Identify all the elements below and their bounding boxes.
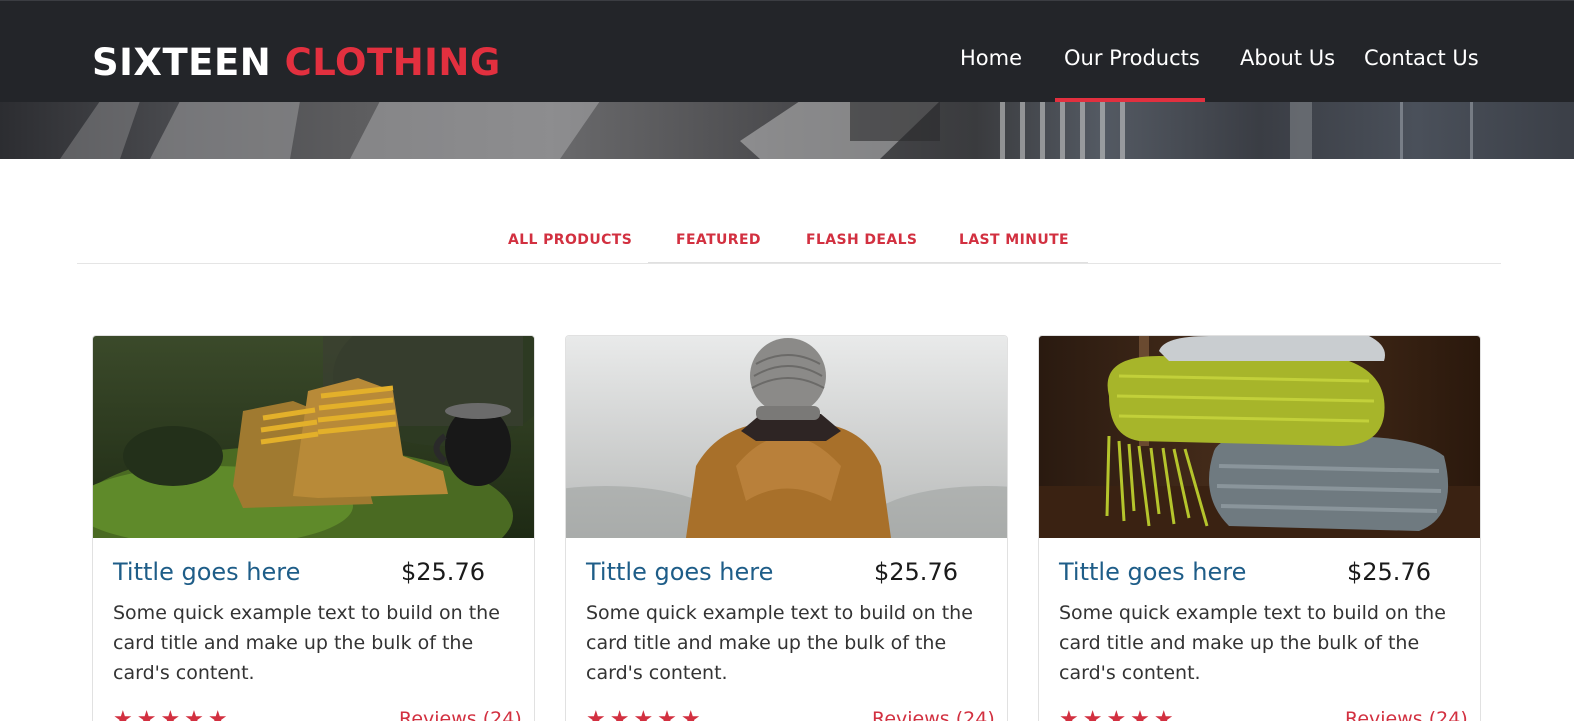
product-title[interactable]: Tittle goes here (113, 558, 300, 586)
reviews-link[interactable]: Reviews (24) (399, 708, 522, 721)
filter-flash-deals[interactable]: FLASH DEALS (806, 232, 917, 248)
rating-stars: ★★★★★ (1059, 707, 1178, 721)
reviews-link[interactable]: Reviews (24) (1345, 708, 1468, 721)
hero-banner-graphic (60, 101, 1473, 159)
rating-stars: ★★★★★ (586, 707, 705, 721)
product-card[interactable]: Tittle goes here $25.76 Some quick examp… (565, 335, 1008, 721)
nav-home[interactable]: Home (960, 43, 1022, 73)
filter-last-minute[interactable]: LAST MINUTE (959, 232, 1069, 248)
product-title[interactable]: Tittle goes here (1059, 558, 1246, 586)
product-image-boots[interactable] (93, 336, 534, 538)
product-description: Some quick example text to build on the … (586, 602, 973, 684)
boots-image (93, 336, 534, 538)
nav-about-us[interactable]: About Us (1240, 43, 1335, 73)
reviews-link[interactable]: Reviews (24) (872, 708, 995, 721)
filter-featured[interactable]: FEATURED (676, 232, 761, 248)
product-title[interactable]: Tittle goes here (586, 558, 773, 586)
site-header: SIXTEEN CLOTHING Home Our Products About… (0, 0, 1574, 102)
product-card[interactable]: Tittle goes here $25.76 Some quick examp… (1038, 335, 1481, 721)
product-price: $25.76 (874, 558, 958, 586)
hero-banner-image (0, 101, 1574, 159)
main-nav: Home Our Products About Us Contact Us (0, 1, 1574, 103)
nav-contact-us[interactable]: Contact Us (1364, 43, 1479, 73)
scarves-image (1039, 336, 1480, 538)
rating-stars: ★★★★★ (113, 707, 232, 721)
active-nav-indicator (1055, 98, 1205, 102)
product-image-jacket[interactable] (566, 336, 1007, 538)
product-description: Some quick example text to build on the … (113, 602, 500, 684)
product-price: $25.76 (401, 558, 485, 586)
jacket-image (566, 336, 1007, 538)
nav-our-products[interactable]: Our Products (1064, 43, 1200, 73)
product-price: $25.76 (1347, 558, 1431, 586)
filter-all-products[interactable]: ALL PRODUCTS (508, 232, 632, 248)
filter-divider (77, 263, 1501, 264)
product-card[interactable]: Tittle goes here $25.76 Some quick examp… (92, 335, 535, 721)
product-image-scarves[interactable] (1039, 336, 1480, 538)
product-description: Some quick example text to build on the … (1059, 602, 1446, 684)
